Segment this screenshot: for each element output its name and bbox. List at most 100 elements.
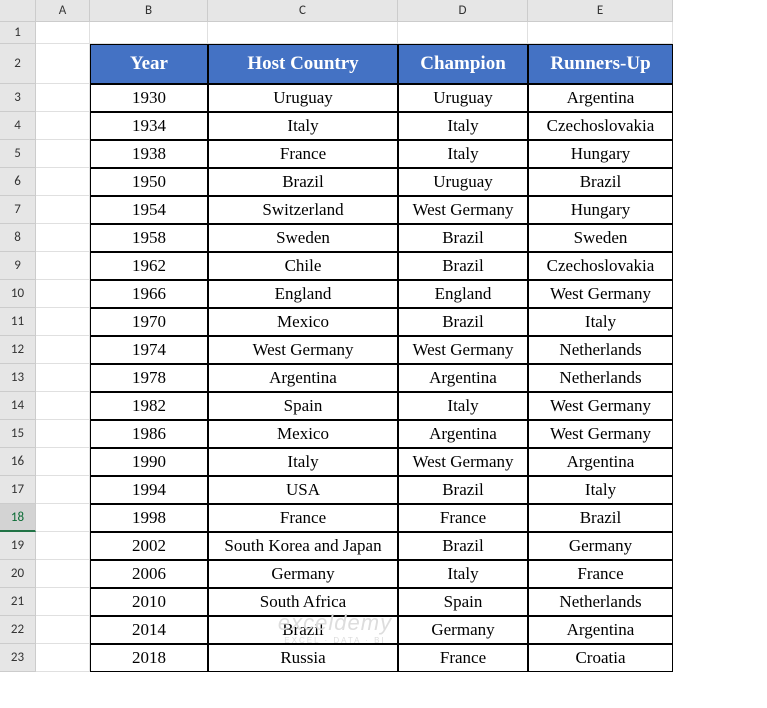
cell-year[interactable]: 2014 xyxy=(90,616,208,644)
cell-champion[interactable]: Brazil xyxy=(398,308,528,336)
cell-runnersup[interactable]: West Germany xyxy=(528,280,673,308)
cell-A3[interactable] xyxy=(36,84,90,112)
cell-host[interactable]: Mexico xyxy=(208,308,398,336)
cell-host[interactable]: France xyxy=(208,504,398,532)
row-header-6[interactable]: 6 xyxy=(0,168,36,196)
cell-runnersup[interactable]: Hungary xyxy=(528,196,673,224)
row-header-9[interactable]: 9 xyxy=(0,252,36,280)
cell-runnersup[interactable]: France xyxy=(528,560,673,588)
row-header-7[interactable]: 7 xyxy=(0,196,36,224)
cell-B1[interactable] xyxy=(90,22,208,44)
cell-champion[interactable]: Brazil xyxy=(398,252,528,280)
cell-host[interactable]: South Africa xyxy=(208,588,398,616)
row-header-23[interactable]: 23 xyxy=(0,644,36,672)
table-header-host[interactable]: Host Country xyxy=(208,44,398,84)
cell-runnersup[interactable]: Brazil xyxy=(528,504,673,532)
cell-year[interactable]: 1950 xyxy=(90,168,208,196)
cell-host[interactable]: South Korea and Japan xyxy=(208,532,398,560)
cell-host[interactable]: England xyxy=(208,280,398,308)
cell-champion[interactable]: Brazil xyxy=(398,532,528,560)
cell-A15[interactable] xyxy=(36,420,90,448)
cell-runnersup[interactable]: Argentina xyxy=(528,448,673,476)
cell-A13[interactable] xyxy=(36,364,90,392)
cell-champion[interactable]: Argentina xyxy=(398,420,528,448)
cell-host[interactable]: Italy xyxy=(208,112,398,140)
cell-A23[interactable] xyxy=(36,644,90,672)
row-header-4[interactable]: 4 xyxy=(0,112,36,140)
row-header-1[interactable]: 1 xyxy=(0,22,36,44)
row-header-20[interactable]: 20 xyxy=(0,560,36,588)
cell-runnersup[interactable]: Czechoslovakia xyxy=(528,252,673,280)
cell-runnersup[interactable]: Netherlands xyxy=(528,588,673,616)
cell-host[interactable]: Chile xyxy=(208,252,398,280)
row-header-22[interactable]: 22 xyxy=(0,616,36,644)
cell-year[interactable]: 1994 xyxy=(90,476,208,504)
cell-champion[interactable]: Argentina xyxy=(398,364,528,392)
cell-host[interactable]: Brazil xyxy=(208,168,398,196)
row-header-11[interactable]: 11 xyxy=(0,308,36,336)
cell-runnersup[interactable]: Germany xyxy=(528,532,673,560)
table-header-runnersup[interactable]: Runners-Up xyxy=(528,44,673,84)
cell-champion[interactable]: West Germany xyxy=(398,336,528,364)
cell-year[interactable]: 2006 xyxy=(90,560,208,588)
cell-year[interactable]: 1954 xyxy=(90,196,208,224)
cell-host[interactable]: Spain xyxy=(208,392,398,420)
cell-runnersup[interactable]: West Germany xyxy=(528,392,673,420)
spreadsheet-grid[interactable]: ABCDE12YearHost CountryChampionRunners-U… xyxy=(0,0,767,672)
column-header-B[interactable]: B xyxy=(90,0,208,22)
cell-year[interactable]: 1986 xyxy=(90,420,208,448)
cell-champion[interactable]: Brazil xyxy=(398,476,528,504)
cell-host[interactable]: Germany xyxy=(208,560,398,588)
cell-year[interactable]: 1930 xyxy=(90,84,208,112)
cell-A18[interactable] xyxy=(36,504,90,532)
cell-runnersup[interactable]: Italy xyxy=(528,308,673,336)
cell-host[interactable]: Mexico xyxy=(208,420,398,448)
cell-runnersup[interactable]: Argentina xyxy=(528,84,673,112)
cell-host[interactable]: France xyxy=(208,140,398,168)
cell-year[interactable]: 1934 xyxy=(90,112,208,140)
cell-host[interactable]: Brazil xyxy=(208,616,398,644)
cell-A17[interactable] xyxy=(36,476,90,504)
cell-A14[interactable] xyxy=(36,392,90,420)
cell-runnersup[interactable]: Italy xyxy=(528,476,673,504)
cell-runnersup[interactable]: Brazil xyxy=(528,168,673,196)
row-header-10[interactable]: 10 xyxy=(0,280,36,308)
cell-year[interactable]: 1982 xyxy=(90,392,208,420)
row-header-13[interactable]: 13 xyxy=(0,364,36,392)
cell-champion[interactable]: Italy xyxy=(398,560,528,588)
cell-year[interactable]: 1938 xyxy=(90,140,208,168)
cell-runnersup[interactable]: Hungary xyxy=(528,140,673,168)
cell-A4[interactable] xyxy=(36,112,90,140)
cell-A19[interactable] xyxy=(36,532,90,560)
cell-champion[interactable]: Uruguay xyxy=(398,84,528,112)
cell-champion[interactable]: Italy xyxy=(398,112,528,140)
cell-host[interactable]: Italy xyxy=(208,448,398,476)
cell-host[interactable]: Argentina xyxy=(208,364,398,392)
cell-E1[interactable] xyxy=(528,22,673,44)
cell-year[interactable]: 1970 xyxy=(90,308,208,336)
cell-host[interactable]: USA xyxy=(208,476,398,504)
column-header-E[interactable]: E xyxy=(528,0,673,22)
cell-year[interactable]: 1998 xyxy=(90,504,208,532)
row-header-2[interactable]: 2 xyxy=(0,44,36,84)
cell-A12[interactable] xyxy=(36,336,90,364)
row-header-17[interactable]: 17 xyxy=(0,476,36,504)
cell-runnersup[interactable]: Czechoslovakia xyxy=(528,112,673,140)
cell-host[interactable]: Russia xyxy=(208,644,398,672)
cell-runnersup[interactable]: Netherlands xyxy=(528,364,673,392)
cell-champion[interactable]: France xyxy=(398,504,528,532)
row-header-3[interactable]: 3 xyxy=(0,84,36,112)
cell-host[interactable]: Switzerland xyxy=(208,196,398,224)
cell-A5[interactable] xyxy=(36,140,90,168)
table-header-champion[interactable]: Champion xyxy=(398,44,528,84)
cell-champion[interactable]: Brazil xyxy=(398,224,528,252)
cell-runnersup[interactable]: West Germany xyxy=(528,420,673,448)
column-header-D[interactable]: D xyxy=(398,0,528,22)
cell-runnersup[interactable]: Netherlands xyxy=(528,336,673,364)
cell-year[interactable]: 2018 xyxy=(90,644,208,672)
column-header-A[interactable]: A xyxy=(36,0,90,22)
row-header-19[interactable]: 19 xyxy=(0,532,36,560)
row-header-18[interactable]: 18 xyxy=(0,504,36,532)
cell-champion[interactable]: West Germany xyxy=(398,448,528,476)
cell-A8[interactable] xyxy=(36,224,90,252)
